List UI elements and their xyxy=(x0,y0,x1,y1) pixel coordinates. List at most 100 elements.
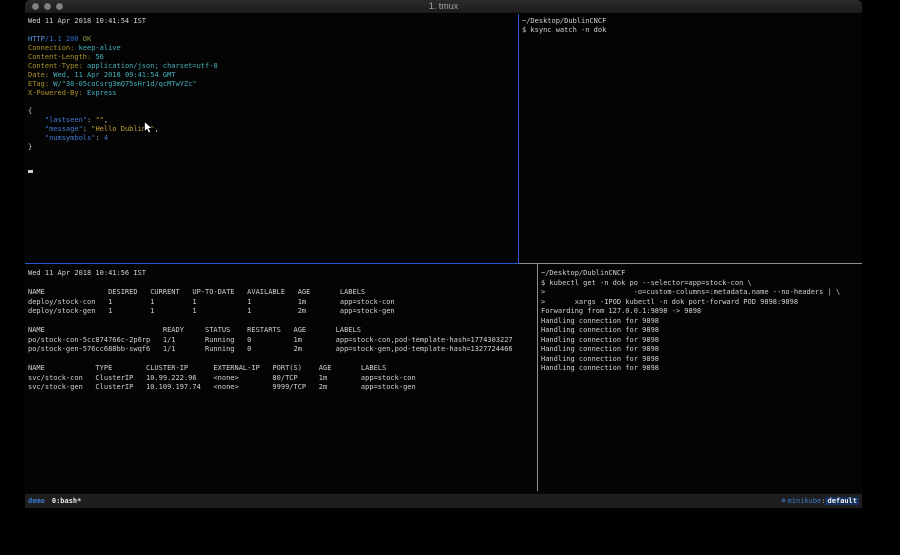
text-segment: $ ksync watch -n dok xyxy=(522,26,606,34)
terminal-line: NAME READY STATUS RESTARTS AGE LABELS xyxy=(28,326,539,336)
terminal-line: X-Powered-By: Express xyxy=(28,89,520,98)
tmux-status-bar: demo 0:bash* ☸minikube:default xyxy=(25,494,862,508)
text-segment: keep-alive xyxy=(79,44,121,52)
terminal-line: > xargs -IPOD kubectl -n dok port-forwar… xyxy=(541,298,862,308)
text-segment: HTTP xyxy=(28,35,45,43)
pane-divider-vertical-active[interactable] xyxy=(518,14,519,263)
text-segment: OK xyxy=(83,35,91,43)
text-segment: po/stock-gen-576cc688bb-swqf6 1/1 Runnin… xyxy=(28,345,513,353)
text-segment: ETag: xyxy=(28,80,49,88)
terminal-line: NAME TYPE CLUSTER-IP EXTERNAL-IP PORT(S)… xyxy=(28,364,539,374)
terminal-line xyxy=(28,317,539,327)
text-segment xyxy=(28,116,45,124)
terminal-line: Handling connection for 9898 xyxy=(541,364,862,374)
mouse-cursor xyxy=(144,121,153,134)
text-segment: , xyxy=(104,116,108,124)
window-title: 1. tmux xyxy=(25,0,862,13)
text-segment: svc/stock-con ClusterIP 10.99.222.96 <no… xyxy=(28,374,416,382)
terminal-line: "message": "Hello Dublin!", xyxy=(28,125,520,134)
terminal-line: NAME DESIRED CURRENT UP-TO-DATE AVAILABL… xyxy=(28,288,539,298)
text-segment: } xyxy=(28,143,32,151)
zoom-button[interactable] xyxy=(56,3,63,10)
terminal-line xyxy=(28,279,539,289)
text-segment xyxy=(28,134,45,142)
close-button[interactable] xyxy=(32,3,39,10)
terminal-line xyxy=(28,26,520,35)
text-segment: "numsymbols" xyxy=(45,134,96,142)
terminal-line: Wed 11 Apr 2018 10:41:56 IST xyxy=(28,269,539,279)
terminal-line xyxy=(28,152,520,161)
status-left: demo 0:bash* xyxy=(28,497,81,505)
pane-divider-vertical[interactable] xyxy=(537,264,538,491)
text-segment: Date: xyxy=(28,71,49,79)
text-segment: "" xyxy=(95,116,103,124)
terminal-line: Wed 11 Apr 2018 10:41:54 IST xyxy=(28,17,520,26)
text-segment: Content-Length: xyxy=(28,53,91,61)
text-segment: > -o=custom-columns=:metadata.name --no-… xyxy=(541,288,840,296)
text-segment: Handling connection for 9898 xyxy=(541,364,659,372)
text-segment: : xyxy=(95,134,103,142)
text-segment: Forwarding from 127.0.0.1:9898 -> 9898 xyxy=(541,307,701,315)
kube-namespace: default xyxy=(825,497,859,505)
terminal-line: "lastseen": "", xyxy=(28,116,520,125)
terminal-line: svc/stock-gen ClusterIP 10.109.197.74 <n… xyxy=(28,383,539,393)
text-segment: Handling connection for 9898 xyxy=(541,326,659,334)
pane-ksync-watch[interactable]: ~/Desktop/DublinCNCF$ ksync watch -n dok xyxy=(519,14,862,264)
pane-http-response[interactable]: Wed 11 Apr 2018 10:41:54 IST HTTP/1.1 20… xyxy=(25,14,520,264)
terminal-line: "numsymbols": 4 xyxy=(28,134,520,143)
text-segment: Handling connection for 9898 xyxy=(541,345,659,353)
text-segment: NAME DESIRED CURRENT UP-TO-DATE AVAILABL… xyxy=(28,288,365,296)
text-segment: Express xyxy=(87,89,117,97)
terminal-line xyxy=(28,98,520,107)
pane-kubectl-resources[interactable]: Wed 11 Apr 2018 10:41:56 IST NAME DESIRE… xyxy=(25,264,539,496)
text-segment: NAME READY STATUS RESTARTS AGE LABELS xyxy=(28,326,361,334)
session-name[interactable]: demo xyxy=(28,497,45,505)
text-segment: Connection: xyxy=(28,44,74,52)
text-segment: application/json; charset=utf-8 xyxy=(87,62,218,70)
terminal-line: Connection: keep-alive xyxy=(28,44,520,53)
terminal-line: ETag: W/"38-05coCsrg3mQ75sHr1d/qcMTwYZc" xyxy=(28,80,520,89)
terminal-line: deploy/stock-con 1 1 1 1 1m app=stock-co… xyxy=(28,298,539,308)
traffic-lights xyxy=(32,3,63,10)
text-segment: Content-Type: xyxy=(28,62,83,70)
text-segment: Wed 11 Apr 2018 10:41:54 IST xyxy=(28,17,146,25)
window-titlebar[interactable]: 1. tmux xyxy=(25,0,862,14)
pane-port-forward[interactable]: ~/Desktop/DublinCNCF$ kubectl get -n dok… xyxy=(538,264,862,496)
desktop: { "window": { "title": "1. tmux" }, "col… xyxy=(0,0,900,555)
text-segment: : xyxy=(83,125,91,133)
kube-context: minikube xyxy=(788,497,822,505)
text-segment: NAME TYPE CLUSTER-IP EXTERNAL-IP PORT(S)… xyxy=(28,364,386,372)
terminal-line: Content-Type: application/json; charset=… xyxy=(28,62,520,71)
terminal-line xyxy=(28,161,520,170)
terminal-line: Handling connection for 9898 xyxy=(541,317,862,327)
terminal-line: svc/stock-con ClusterIP 10.99.222.96 <no… xyxy=(28,374,539,384)
text-segment: Wed, 11 Apr 2018 09:41:54 GMT xyxy=(53,71,175,79)
terminal-line: } xyxy=(28,143,520,152)
tmux-session: Wed 11 Apr 2018 10:41:54 IST HTTP/1.1 20… xyxy=(25,14,862,510)
text-segment: X-Powered-By: xyxy=(28,89,83,97)
text-segment: Handling connection for 9898 xyxy=(541,336,659,344)
terminal-window: 1. tmux Wed 11 Apr 2018 10:41:54 IST HTT… xyxy=(25,0,862,510)
text-segment: 56 xyxy=(95,53,103,61)
text-segment: 4 xyxy=(104,134,108,142)
terminal-line: $ ksync watch -n dok xyxy=(522,26,862,35)
status-right: ☸minikube:default xyxy=(781,497,859,505)
text-segment: "lastseen" xyxy=(45,116,87,124)
minimize-button[interactable] xyxy=(44,3,51,10)
terminal-line: Handling connection for 9898 xyxy=(541,326,862,336)
text-segment: Wed 11 Apr 2018 10:41:56 IST xyxy=(28,269,146,277)
terminal-line: deploy/stock-gen 1 1 1 1 2m app=stock-ge… xyxy=(28,307,539,317)
window-tab-bash[interactable]: 0:bash* xyxy=(52,497,82,505)
text-segment: Handling connection for 9898 xyxy=(541,355,659,363)
text-segment: /1.1 200 xyxy=(45,35,83,43)
pane-divider-horizontal-active[interactable] xyxy=(25,263,519,264)
terminal-line: Date: Wed, 11 Apr 2018 09:41:54 GMT xyxy=(28,71,520,80)
terminal-line: HTTP/1.1 200 OK xyxy=(28,35,520,44)
text-segment: W/"38-05coCsrg3mQ75sHr1d/qcMTwYZc" xyxy=(53,80,196,88)
text-segment: svc/stock-gen ClusterIP 10.109.197.74 <n… xyxy=(28,383,416,391)
pane-divider-horizontal[interactable] xyxy=(519,263,862,264)
terminal-line: Handling connection for 9898 xyxy=(541,336,862,346)
terminal-line: ~/Desktop/DublinCNCF xyxy=(522,17,862,26)
text-segment: > xargs -IPOD kubectl -n dok port-forwar… xyxy=(541,298,798,306)
terminal-line: Content-Length: 56 xyxy=(28,53,520,62)
